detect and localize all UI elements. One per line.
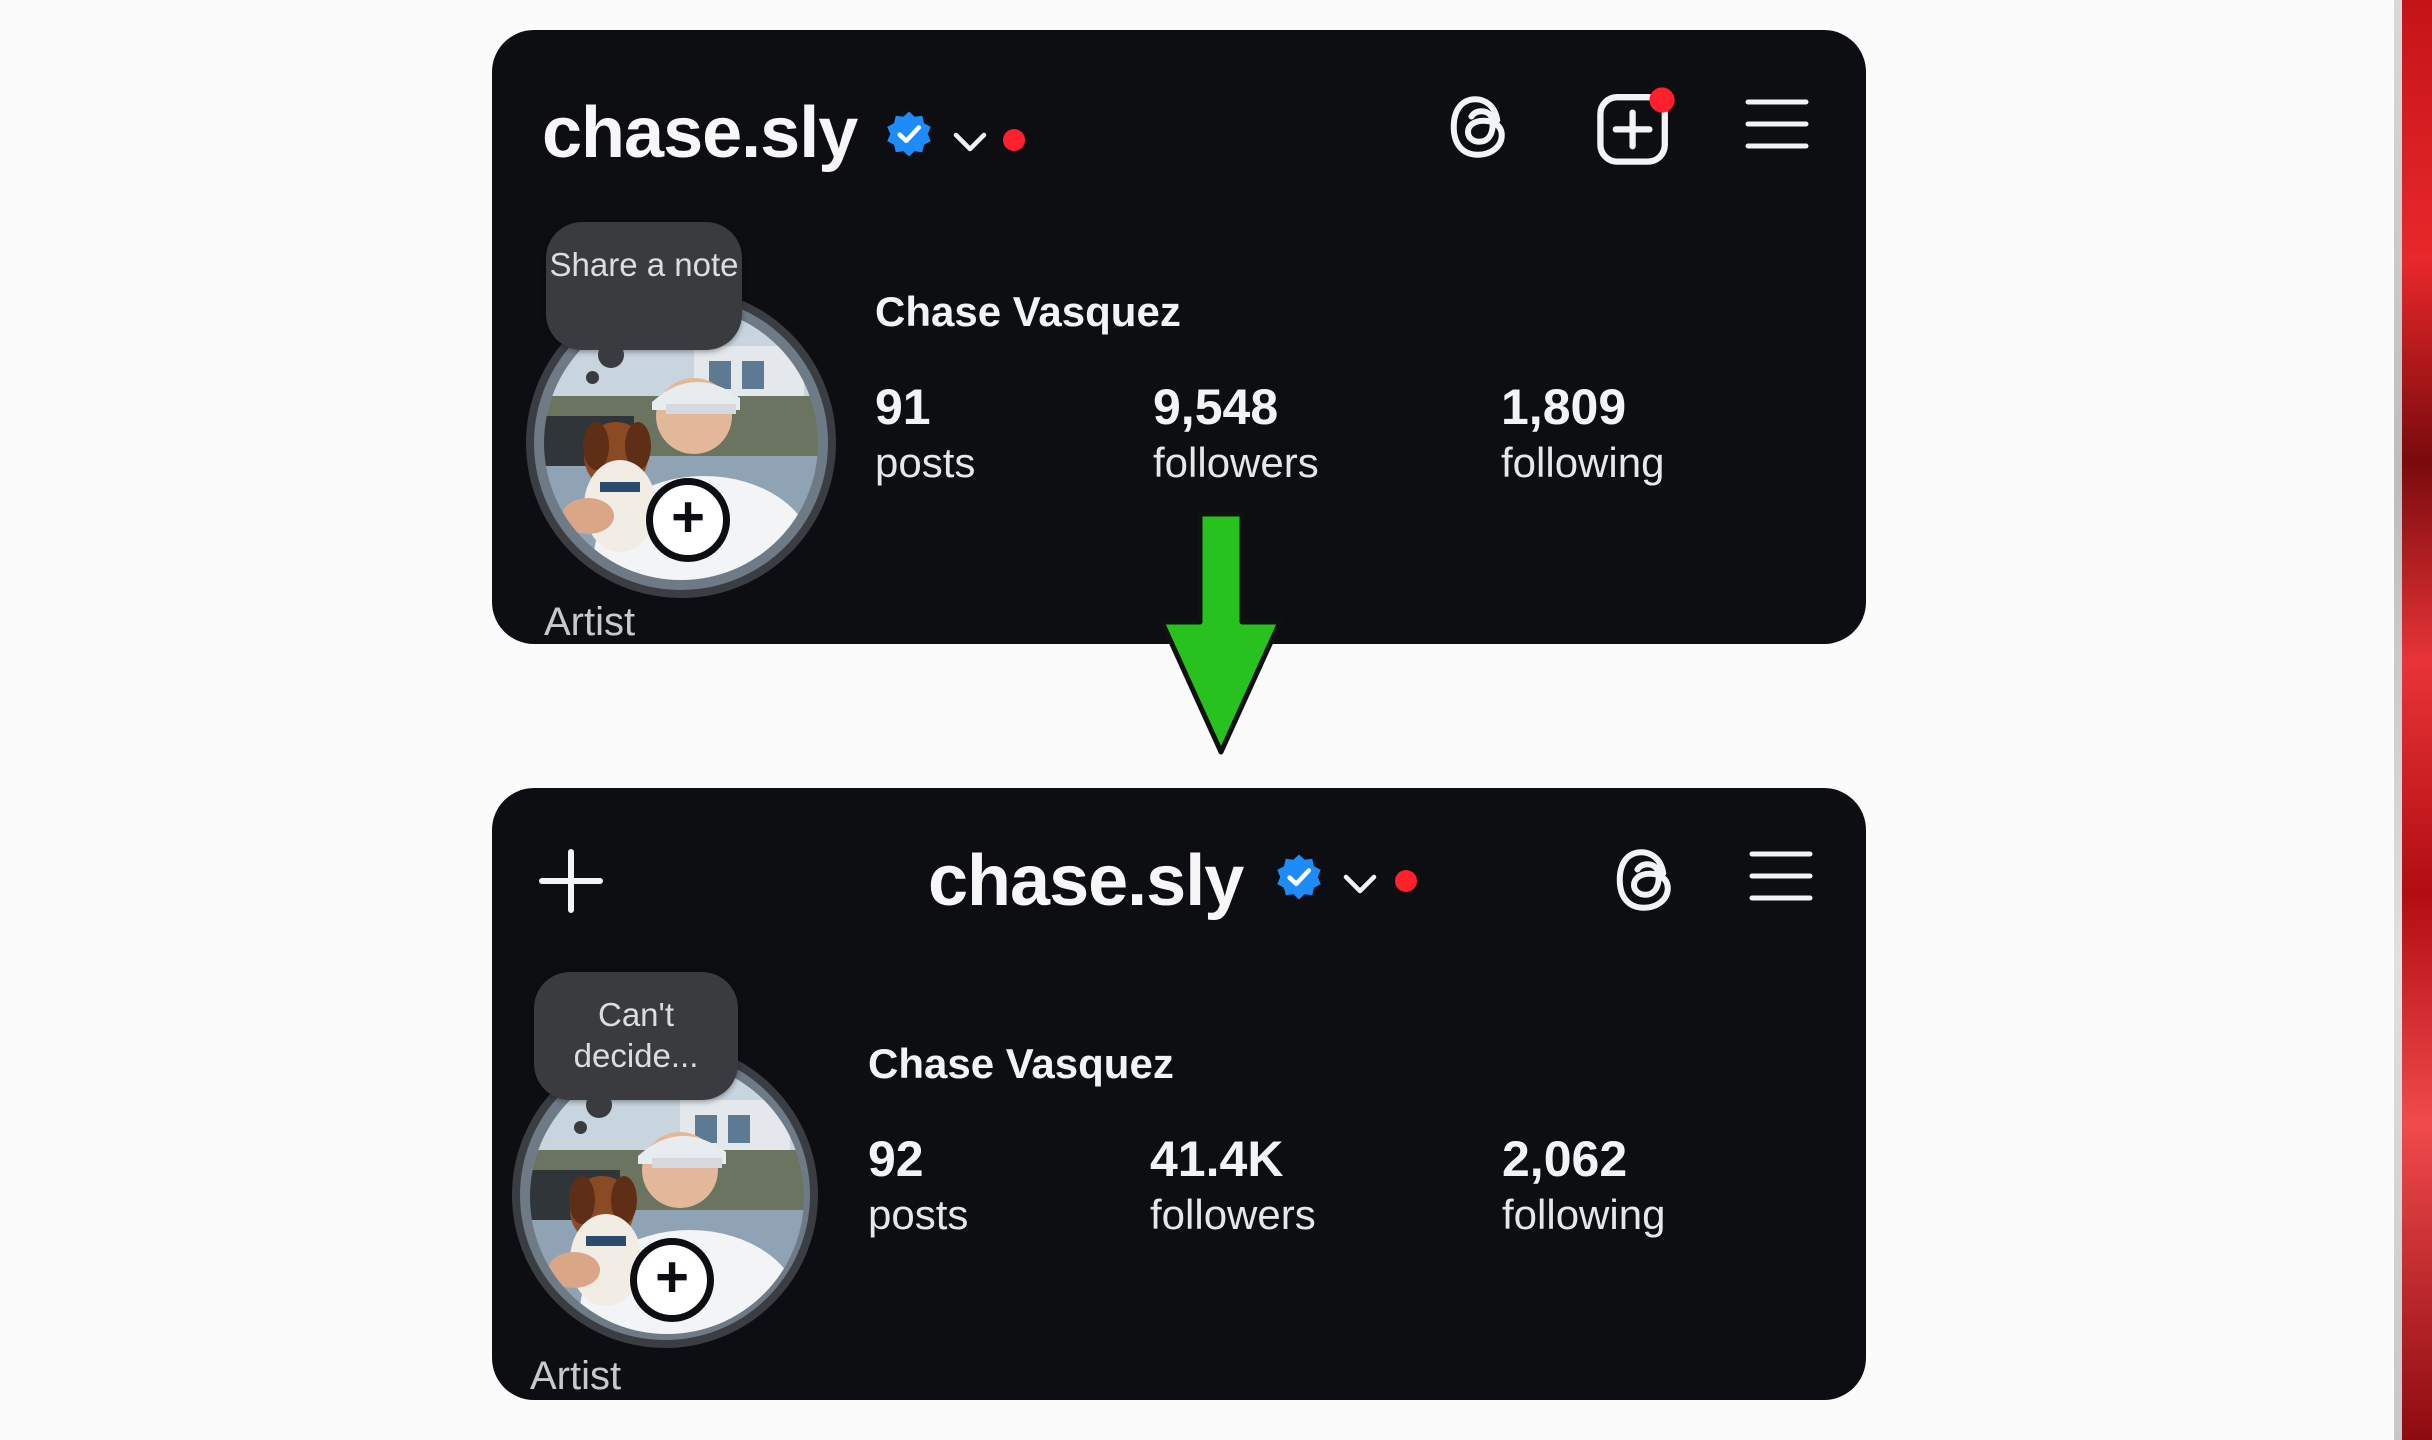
chevron-down-icon[interactable] [1340, 870, 1380, 898]
notification-dot [1395, 870, 1417, 892]
posts-count[interactable]: 92 [868, 1130, 924, 1188]
username-dropdown[interactable]: chase.sly [542, 92, 858, 174]
followers-count[interactable]: 41.4K [1150, 1130, 1283, 1188]
posts-label[interactable]: posts [868, 1191, 968, 1239]
create-post-icon[interactable] [1592, 86, 1676, 170]
following-label[interactable]: following [1501, 439, 1664, 487]
following-count[interactable]: 1,809 [1501, 378, 1626, 436]
down-arrow-icon [1159, 511, 1283, 755]
plus-icon[interactable] [536, 846, 606, 916]
menu-icon[interactable] [1748, 848, 1814, 904]
profile-category: Artist [530, 1354, 622, 1398]
notification-dot [1003, 129, 1025, 151]
verified-badge-icon [1277, 854, 1321, 900]
full-name: Chase Vasquez [868, 1040, 1174, 1087]
posts-label[interactable]: posts [875, 439, 975, 487]
note-bubble[interactable]: Share a note [546, 222, 742, 384]
followers-label[interactable]: followers [1150, 1191, 1316, 1239]
profile-category: Artist [544, 600, 636, 644]
profile-header-after: chase.sly + Can't decide... Chase Vasque… [492, 788, 1866, 1400]
followers-label[interactable]: followers [1153, 439, 1319, 487]
verified-badge-icon [887, 111, 931, 157]
threads-icon[interactable] [1610, 842, 1682, 918]
chevron-down-icon[interactable] [950, 128, 990, 156]
following-label[interactable]: following [1502, 1191, 1665, 1239]
username-dropdown[interactable]: chase.sly [928, 840, 1244, 922]
comparison-stage: chase.sly + Share a note Chase Vasquez 9… [0, 0, 2432, 1440]
full-name: Chase Vasquez [875, 288, 1181, 335]
menu-icon[interactable] [1744, 96, 1810, 152]
following-count[interactable]: 2,062 [1502, 1130, 1627, 1188]
background-edge-strip [2394, 0, 2432, 1440]
threads-icon[interactable] [1444, 89, 1516, 165]
followers-count[interactable]: 9,548 [1153, 378, 1278, 436]
add-story-button[interactable]: + [646, 478, 730, 562]
add-story-button[interactable]: + [630, 1238, 714, 1322]
note-bubble[interactable]: Can't decide... [534, 972, 738, 1134]
posts-count[interactable]: 91 [875, 378, 931, 436]
